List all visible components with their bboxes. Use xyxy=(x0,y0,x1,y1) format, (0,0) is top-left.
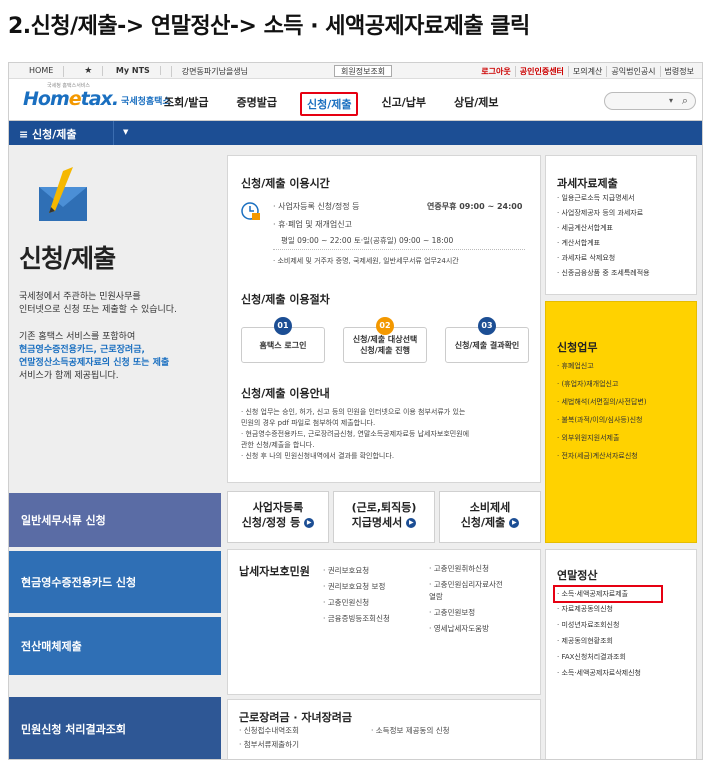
apply-work-link[interactable]: · 전자(세금)계산서자료신청 xyxy=(557,447,702,465)
apply-work-link[interactable]: · 외부위원지원서제출 xyxy=(557,429,702,447)
hero-description: 국세청에서 주관하는 민원사무를 인터넷으로 신청 또는 제출할 수 있습니다. xyxy=(19,292,177,315)
year-end-title: 연말정산 xyxy=(557,569,598,582)
year-end-link[interactable]: · 소득·세액공제자료삭제신청 xyxy=(557,665,702,681)
clock-icon xyxy=(241,202,260,220)
menu-report-pay[interactable]: 신고/납부 xyxy=(376,92,431,116)
cert-center-link[interactable]: 공인인증센터 xyxy=(516,66,569,77)
breadcrumb-bar: ≡ 신청/제출 ▼ xyxy=(9,121,702,145)
year-end-link[interactable]: · FAX신청처리결과조회 xyxy=(557,649,702,665)
step-number: 03 xyxy=(478,317,496,335)
tax-material-link[interactable]: · 과세자료 삭제요청 xyxy=(557,251,702,266)
step-number: 02 xyxy=(376,317,394,335)
consumption-tax-button[interactable]: 소비제세 신청/제출 ▶ xyxy=(439,491,541,543)
arrow-right-icon: ▶ xyxy=(406,518,417,528)
steps-title: 신청/제출 이용절차 xyxy=(241,293,330,306)
protect-link[interactable]: · 고충민원신청 xyxy=(323,595,390,611)
main-nav: 국세청 홈택스서비스 Hometax. 국세청홈택스 조회/발급 증명발급 신청… xyxy=(9,79,702,121)
hometax-screenshot: HOME ★ My NTS 강면동파기남을생님 회원정보조회 로그아웃 공인인증… xyxy=(8,62,703,760)
menu-consult[interactable]: 상담/제보 xyxy=(449,92,504,116)
envelope-pencil-icon xyxy=(39,167,87,221)
search-icon[interactable]: ⌕ xyxy=(682,94,688,108)
protect-link[interactable]: · 권리보호요청 보정 xyxy=(323,579,390,595)
protect-link[interactable]: · 권리보호요청 xyxy=(323,563,390,579)
incentive-link[interactable]: · 첨부서류제출하기 xyxy=(239,739,299,750)
incentive-link[interactable]: · 신청접수내역조회 xyxy=(239,725,299,736)
protect-link[interactable]: · 고충민원취하신청 xyxy=(429,563,503,575)
public-corp-link[interactable]: 공익법인공시 xyxy=(607,66,661,77)
hometax-logo[interactable]: 국세청 홈택스서비스 Hometax. 국세청홈택스 xyxy=(23,83,171,110)
protect-link[interactable]: · 영세납세자도움방 xyxy=(429,623,503,635)
tax-material-link[interactable]: · 계산서합계표 xyxy=(557,236,702,251)
tax-material-title: 과세자료제출 xyxy=(557,177,618,190)
petition-result-button[interactable]: 민원신청 처리결과조회 xyxy=(9,697,221,759)
electronic-media-submit-button[interactable]: 전산매체제출 xyxy=(9,617,221,675)
guide-text: · 신청 업무는 승인, 허가, 신고 등의 민원을 인터넷으로 이용 첨부서류… xyxy=(241,408,470,460)
protect-link[interactable]: · 금융증빙등조회신청 xyxy=(323,611,390,627)
mock-calc-link[interactable]: 모의계산 xyxy=(569,66,608,77)
utility-bar: HOME ★ My NTS 강면동파기남을생님 회원정보조회 로그아웃 공인인증… xyxy=(9,63,702,79)
search-box[interactable]: ▾ ⌕ xyxy=(604,92,696,110)
apply-work-link[interactable]: · (휴업자)재개업신고 xyxy=(557,375,702,393)
year-end-link[interactable]: · 자료제공동의신청 xyxy=(557,601,702,617)
tax-material-link[interactable]: · 일용근로소득 지급명세서 xyxy=(557,191,702,206)
apply-work-link[interactable]: · 세법해석(서면질의/사전답변) xyxy=(557,393,702,411)
location-text: 강면동파기남을생님 xyxy=(181,67,249,76)
cash-receipt-card-button[interactable]: 현금영수증전용카드 신청 xyxy=(9,551,221,613)
page-title: 신청/제출 xyxy=(19,244,116,273)
law-info-link[interactable]: 법령정보 xyxy=(661,66,698,77)
breadcrumb[interactable]: ≡ 신청/제출 xyxy=(19,126,77,142)
apply-work-link[interactable]: · 불복(과적/이의/심사등)신청 xyxy=(557,411,702,429)
protect-title: 납세자보호민원 xyxy=(239,565,310,578)
year-end-link[interactable]: · 제공동의현황조회 xyxy=(557,633,702,649)
home-link[interactable]: HOME xyxy=(19,66,65,77)
apply-work-title: 신청업무 xyxy=(557,341,598,354)
tax-material-link[interactable]: · 사업장제공자 등의 과세자료 xyxy=(557,206,702,221)
general-tax-document-button[interactable]: 일반세무서류 신청 xyxy=(9,493,221,547)
menu-lookup[interactable]: 조회/발급 xyxy=(159,92,214,116)
guide-title: 신청/제출 이용안내 xyxy=(241,387,330,400)
tax-material-link[interactable]: · 신종금융상품 중 조세특례적용 xyxy=(557,266,702,281)
tutorial-caption: 2.신청/제출-> 연말정산-> 소득 · 세액공제자료제출 클릭 xyxy=(8,14,530,39)
chevron-down-icon[interactable]: ▼ xyxy=(123,128,128,136)
incentive-link[interactable]: · 소득정보 제공동의 신청 xyxy=(371,725,450,736)
arrow-right-icon: ▶ xyxy=(509,518,520,528)
my-nts-link[interactable]: ★ My NTS xyxy=(64,66,172,77)
step-number: 01 xyxy=(274,317,292,335)
protect-link[interactable]: · 고충민원보정 xyxy=(429,607,503,619)
year-end-link[interactable]: · 미성년자료조회신청 xyxy=(557,617,702,633)
menu-apply-submit[interactable]: 신청/제출 xyxy=(299,92,359,116)
incentive-title: 근로장려금 · 자녀장려금 xyxy=(239,711,353,724)
star-icon: ★ xyxy=(74,66,104,76)
top-menu: 조회/발급 증명발급 신청/제출 신고/납부 상담/제보 xyxy=(159,92,503,116)
tax-material-link[interactable]: · 세금계산서합계표 xyxy=(557,221,702,236)
arrow-right-icon: ▶ xyxy=(304,518,315,528)
payment-statement-button[interactable]: (근로,퇴직등) 지급명세서 ▶ xyxy=(333,491,435,543)
hours-title: 신청/제출 이용시간 xyxy=(241,177,330,190)
business-registration-button[interactable]: 사업자등록 신청/정정 등 ▶ xyxy=(227,491,329,543)
hero-service-description: 기존 홈택스 서비스를 포함하여 현금영수증전용카드, 근로장려금, 연말정산소… xyxy=(19,332,170,381)
protect-link[interactable]: · 고충민원심리자료사전 xyxy=(429,579,503,591)
caret-down-icon[interactable]: ▾ xyxy=(669,96,673,105)
logout-link[interactable]: 로그아웃 xyxy=(477,66,516,77)
apply-work-link[interactable]: · 휴폐업신고 xyxy=(557,357,702,375)
income-deduction-submit-link[interactable]: · 소득·세액공제자료제출 xyxy=(557,587,702,601)
member-lookup-button[interactable]: 회원정보조회 xyxy=(334,65,393,77)
menu-certificate[interactable]: 증명발급 xyxy=(232,92,282,116)
